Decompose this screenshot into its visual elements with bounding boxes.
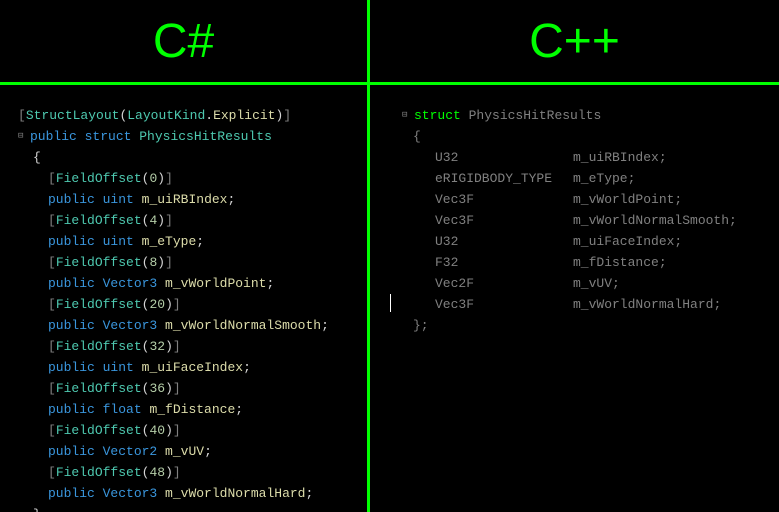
code-line: public Vector3 m_vWorldPoint;: [18, 273, 362, 294]
cpp-code[interactable]: ⊟struct PhysicsHitResults { U32m_uiRBInd…: [370, 85, 779, 341]
csharp-title: C#: [153, 14, 214, 69]
code-line: public uint m_eType;: [18, 231, 362, 252]
csharp-code[interactable]: [StructLayout(LayoutKind.Explicit)] ⊟pub…: [0, 85, 367, 512]
code-line: ⊟struct PhysicsHitResults: [375, 105, 774, 126]
code-line: [FieldOffset(40)]: [18, 420, 362, 441]
cpp-title: C++: [529, 14, 620, 69]
code-line: Vec3Fm_vWorldNormalSmooth;: [375, 210, 774, 231]
code-line: public float m_fDistance;: [18, 399, 362, 420]
csharp-panel: C# [StructLayout(LayoutKind.Explicit)] ⊟…: [0, 0, 370, 512]
code-line: [FieldOffset(20)]: [18, 294, 362, 315]
code-line: eRIGIDBODY_TYPEm_eType;: [375, 168, 774, 189]
code-line: public uint m_uiRBIndex;: [18, 189, 362, 210]
code-line: ⊟public struct PhysicsHitResults: [18, 126, 362, 147]
code-line: };: [375, 315, 774, 336]
cpp-header: C++: [370, 0, 779, 85]
code-line: [FieldOffset(4)]: [18, 210, 362, 231]
code-line: [FieldOffset(48)]: [18, 462, 362, 483]
code-line: {: [375, 126, 774, 147]
code-line: public Vector2 m_vUV;: [18, 441, 362, 462]
code-line: }: [18, 504, 362, 512]
collapse-icon[interactable]: ⊟: [402, 105, 414, 126]
code-line: [FieldOffset(0)]: [18, 168, 362, 189]
cpp-panel: C++ ⊟struct PhysicsHitResults { U32m_uiR…: [370, 0, 779, 512]
code-line: Vec3Fm_vWorldPoint;: [375, 189, 774, 210]
code-line: [FieldOffset(36)]: [18, 378, 362, 399]
text-cursor: [390, 294, 391, 312]
code-line: U32m_uiFaceIndex;: [375, 231, 774, 252]
code-line: F32m_fDistance;: [375, 252, 774, 273]
comparison-container: C# [StructLayout(LayoutKind.Explicit)] ⊟…: [0, 0, 779, 512]
code-line: public uint m_uiFaceIndex;: [18, 357, 362, 378]
code-line: Vec2Fm_vUV;: [375, 273, 774, 294]
code-line: Vec3Fm_vWorldNormalHard;: [375, 294, 774, 315]
code-line: public Vector3 m_vWorldNormalSmooth;: [18, 315, 362, 336]
code-line: [FieldOffset(8)]: [18, 252, 362, 273]
csharp-header: C#: [0, 0, 367, 85]
code-line: {: [18, 147, 362, 168]
code-line: [StructLayout(LayoutKind.Explicit)]: [18, 105, 362, 126]
code-line: U32m_uiRBIndex;: [375, 147, 774, 168]
code-line: [FieldOffset(32)]: [18, 336, 362, 357]
code-line: public Vector3 m_vWorldNormalHard;: [18, 483, 362, 504]
collapse-icon[interactable]: ⊟: [18, 126, 30, 147]
